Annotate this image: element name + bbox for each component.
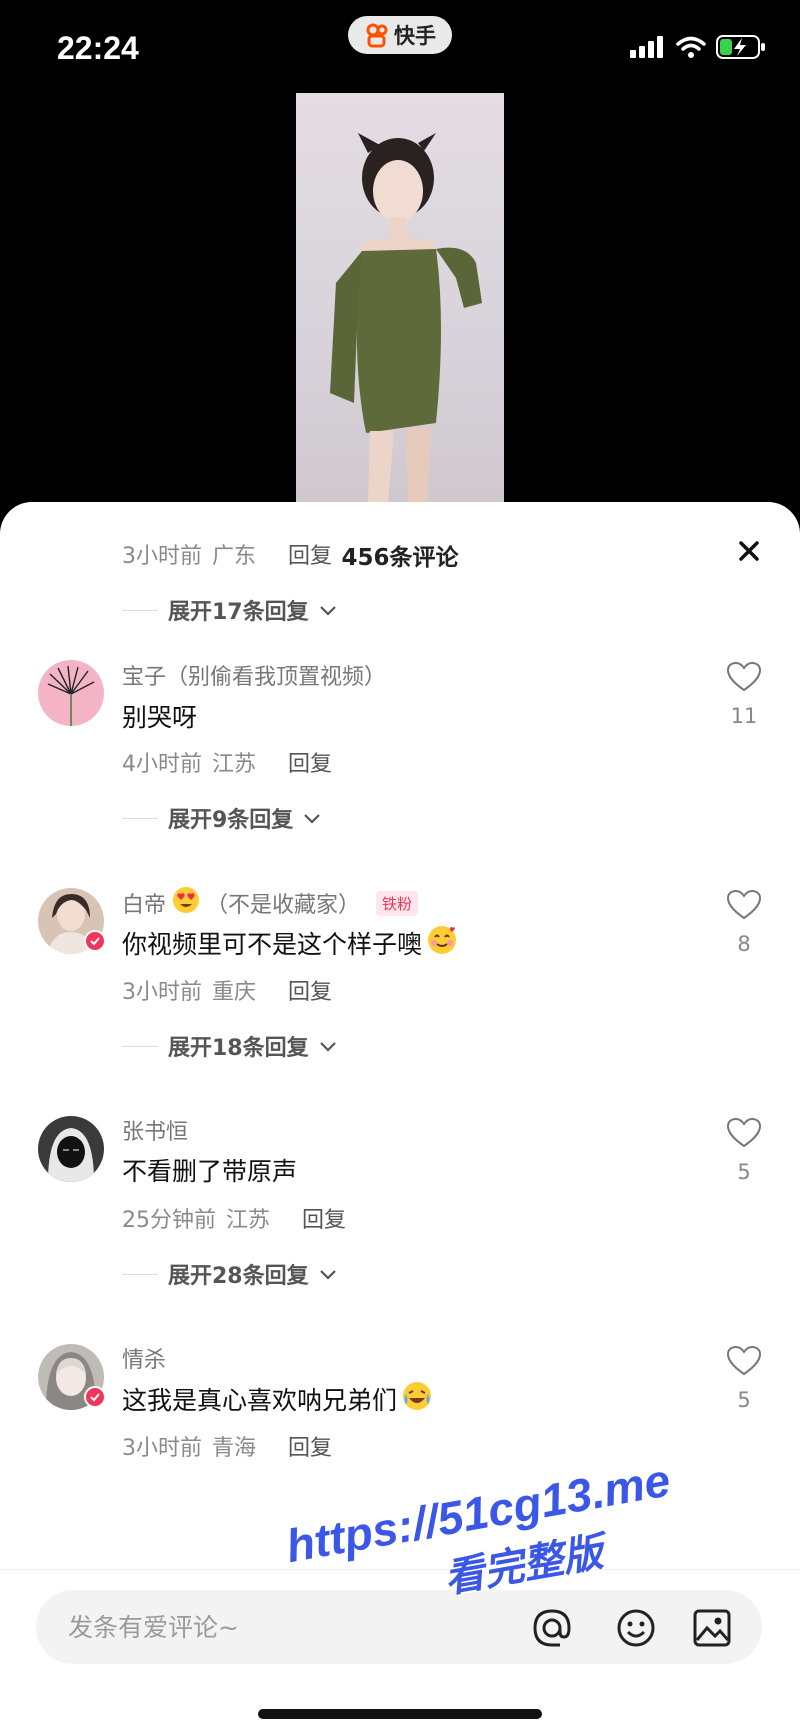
- comment-list: 3小时前 广东 回复 展开17条回复 宝子（别偷看我顶置视频） 别哭呀 4小时前…: [0, 502, 800, 1562]
- like-button[interactable]: 8: [718, 889, 770, 956]
- comment-time: 4小时前: [122, 752, 202, 777]
- expand-replies-label: 展开18条回复: [168, 1036, 309, 1061]
- comment-body: 这我是真心喜欢呐兄弟们: [122, 1380, 433, 1418]
- battery-charging-icon: [716, 35, 766, 63]
- like-count: 11: [730, 704, 758, 728]
- verified-badge-icon: [84, 930, 106, 952]
- heart-eyes-emoji-icon: [172, 886, 200, 920]
- status-icons: [630, 34, 766, 64]
- comment-meta: 3小时前 广东 回复: [122, 538, 332, 570]
- like-count: 8: [737, 932, 751, 956]
- expand-replies-button[interactable]: 展开9条回复: [122, 802, 321, 834]
- comment-body: 你视频里可不是这个样子噢: [122, 924, 458, 962]
- comments-sheet: 456条评论 3小时前 广东 回复 展开17条回复 宝子（别偷看我顶置视频） 别…: [0, 502, 800, 1733]
- avatar[interactable]: [38, 660, 104, 726]
- comment-time: 3小时前: [122, 980, 202, 1005]
- reply-button[interactable]: 回复: [288, 1430, 332, 1462]
- divider-line: [122, 1045, 158, 1047]
- comment-time: 25分钟前: [122, 1208, 216, 1233]
- reply-button[interactable]: 回复: [288, 974, 332, 1006]
- comment-text: 这我是真心喜欢呐兄弟们: [122, 1386, 398, 1415]
- comment-location: 江苏: [226, 1208, 271, 1233]
- laughing-tears-emoji-icon: [401, 1380, 433, 1418]
- divider-line: [122, 817, 158, 819]
- chevron-down-icon: [319, 1262, 337, 1287]
- comment-text: 别哭呀: [122, 703, 198, 732]
- kuaishou-logo-icon: [364, 22, 390, 48]
- like-count: 5: [737, 1160, 751, 1184]
- like-button[interactable]: 5: [718, 1117, 770, 1184]
- fan-badge: 铁粉: [376, 890, 419, 916]
- video-preview[interactable]: [296, 93, 504, 503]
- app-name: 快手: [394, 24, 436, 48]
- like-count: 5: [737, 1388, 751, 1412]
- video-thumbnail-image: [330, 133, 482, 503]
- comment-body: 不看删了带原声: [122, 1152, 297, 1188]
- at-icon[interactable]: [530, 1606, 574, 1650]
- heart-outline-icon: [726, 889, 762, 924]
- chevron-down-icon: [303, 806, 321, 831]
- reply-button[interactable]: 回复: [288, 746, 332, 778]
- comment-username[interactable]: 宝子（别偷看我顶置视频）: [122, 659, 386, 691]
- emoji-icon[interactable]: [614, 1606, 658, 1650]
- comment-text: 你视频里可不是这个样子噢: [122, 930, 423, 959]
- comment-text: 不看删了带原声: [122, 1157, 298, 1186]
- comment-location: 重庆: [212, 980, 257, 1005]
- smiling-hearts-emoji-icon: [426, 924, 458, 962]
- comment-meta: 3小时前 青海 回复: [122, 1430, 332, 1462]
- heart-outline-icon: [726, 1345, 762, 1380]
- comment-input-container[interactable]: [36, 1590, 762, 1664]
- signal-icon: [630, 36, 666, 62]
- expand-replies-label: 展开9条回复: [168, 808, 294, 833]
- comment-time: 3小时前: [122, 1436, 202, 1461]
- username-text: 情杀: [122, 1348, 167, 1373]
- comment-body: 别哭呀: [122, 698, 197, 734]
- expand-replies-button[interactable]: 展开28条回复: [122, 1258, 337, 1290]
- divider-line: [122, 1273, 158, 1275]
- comment-username[interactable]: 张书恒: [122, 1114, 188, 1146]
- reply-button[interactable]: 回复: [288, 538, 332, 570]
- like-button[interactable]: 11: [718, 661, 770, 728]
- app-indicator-pill[interactable]: 快手: [348, 16, 452, 54]
- status-time: 22:24: [57, 30, 139, 66]
- expand-replies-button[interactable]: 展开17条回复: [122, 594, 337, 626]
- comment-meta: 25分钟前 江苏 回复: [122, 1202, 346, 1234]
- avatar[interactable]: [38, 888, 106, 954]
- like-button[interactable]: 5: [718, 1345, 770, 1412]
- status-bar: 22:24 快手: [0, 0, 800, 95]
- username-text: 张书恒: [122, 1120, 189, 1145]
- comment-location: 广东: [212, 544, 257, 569]
- comment-meta: 4小时前 江苏 回复: [122, 746, 332, 778]
- comment-time: 3小时前: [122, 544, 202, 569]
- comment-username[interactable]: 情杀: [122, 1342, 166, 1374]
- expand-replies-button[interactable]: 展开18条回复: [122, 1030, 337, 1062]
- username-text: 白帝: [122, 893, 167, 918]
- username-text: 宝子（别偷看我顶置视频）: [122, 665, 387, 690]
- reply-button[interactable]: 回复: [302, 1202, 346, 1234]
- comment-location: 江苏: [212, 752, 257, 777]
- heart-outline-icon: [726, 1117, 762, 1152]
- username-suffix: （不是收藏家）: [206, 893, 361, 918]
- image-icon[interactable]: [690, 1606, 734, 1650]
- comment-location: 青海: [212, 1436, 257, 1461]
- avatar[interactable]: [38, 1344, 106, 1410]
- chevron-down-icon: [319, 1034, 337, 1059]
- avatar[interactable]: [38, 1116, 104, 1182]
- comment-input[interactable]: [68, 1590, 528, 1664]
- divider-line: [122, 609, 158, 611]
- home-indicator[interactable]: [258, 1709, 542, 1719]
- heart-outline-icon: [726, 661, 762, 696]
- expand-replies-label: 展开28条回复: [168, 1264, 309, 1289]
- comment-username[interactable]: 白帝 （不是收藏家） 铁粉: [122, 886, 419, 920]
- verified-badge-icon: [84, 1386, 106, 1408]
- chevron-down-icon: [319, 598, 337, 623]
- wifi-icon: [676, 36, 706, 62]
- expand-replies-label: 展开17条回复: [168, 600, 309, 625]
- comment-meta: 3小时前 重庆 回复: [122, 974, 332, 1006]
